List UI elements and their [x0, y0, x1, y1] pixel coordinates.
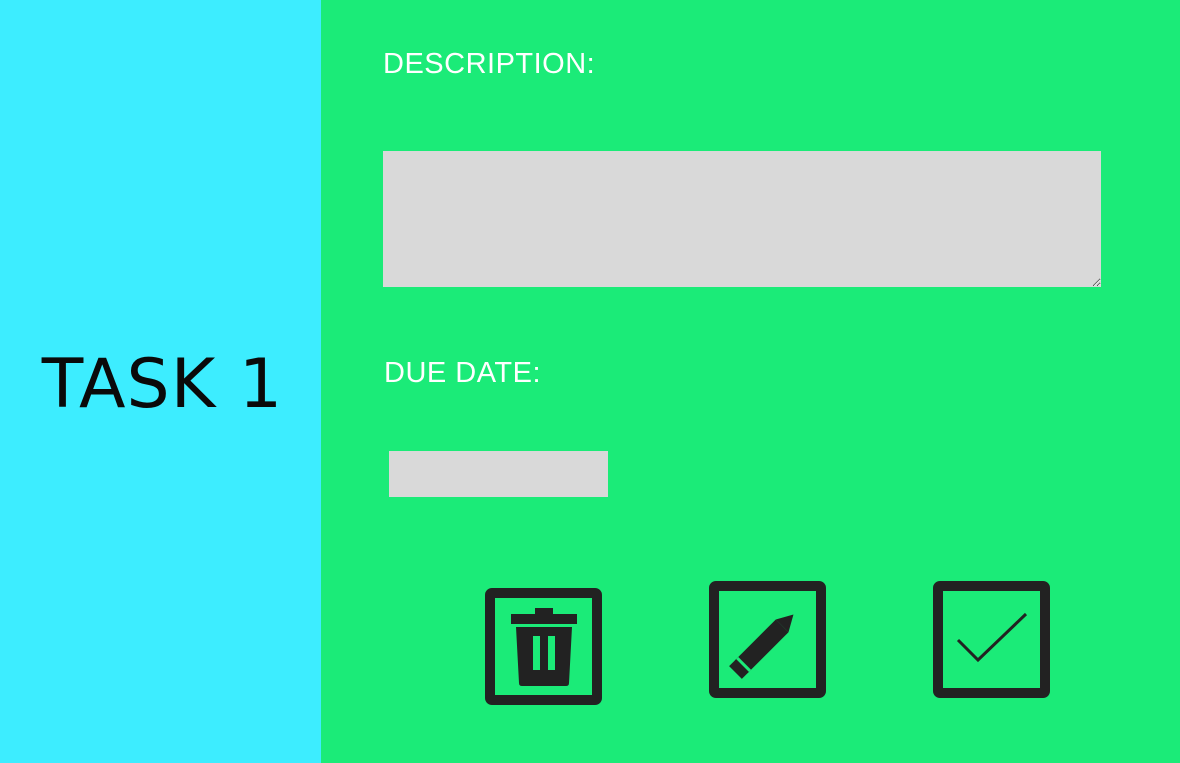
- task-title-panel: TASK 1: [0, 0, 321, 763]
- edit-button[interactable]: [709, 581, 826, 698]
- description-field[interactable]: [383, 151, 1101, 287]
- due-date-label: DUE DATE:: [384, 357, 542, 389]
- description-label: DESCRIPTION:: [383, 48, 596, 80]
- complete-button[interactable]: [933, 581, 1050, 698]
- task-details-panel: DESCRIPTION: DUE DATE:: [321, 0, 1180, 763]
- task-title: TASK 1: [41, 345, 284, 424]
- pencil-icon: [728, 600, 808, 680]
- delete-button[interactable]: [485, 588, 602, 705]
- task-card: TASK 1 DESCRIPTION: DUE DATE:: [0, 0, 1180, 763]
- due-date-field[interactable]: [389, 451, 608, 497]
- trash-icon: [510, 607, 577, 686]
- checkmark-icon: [952, 610, 1032, 670]
